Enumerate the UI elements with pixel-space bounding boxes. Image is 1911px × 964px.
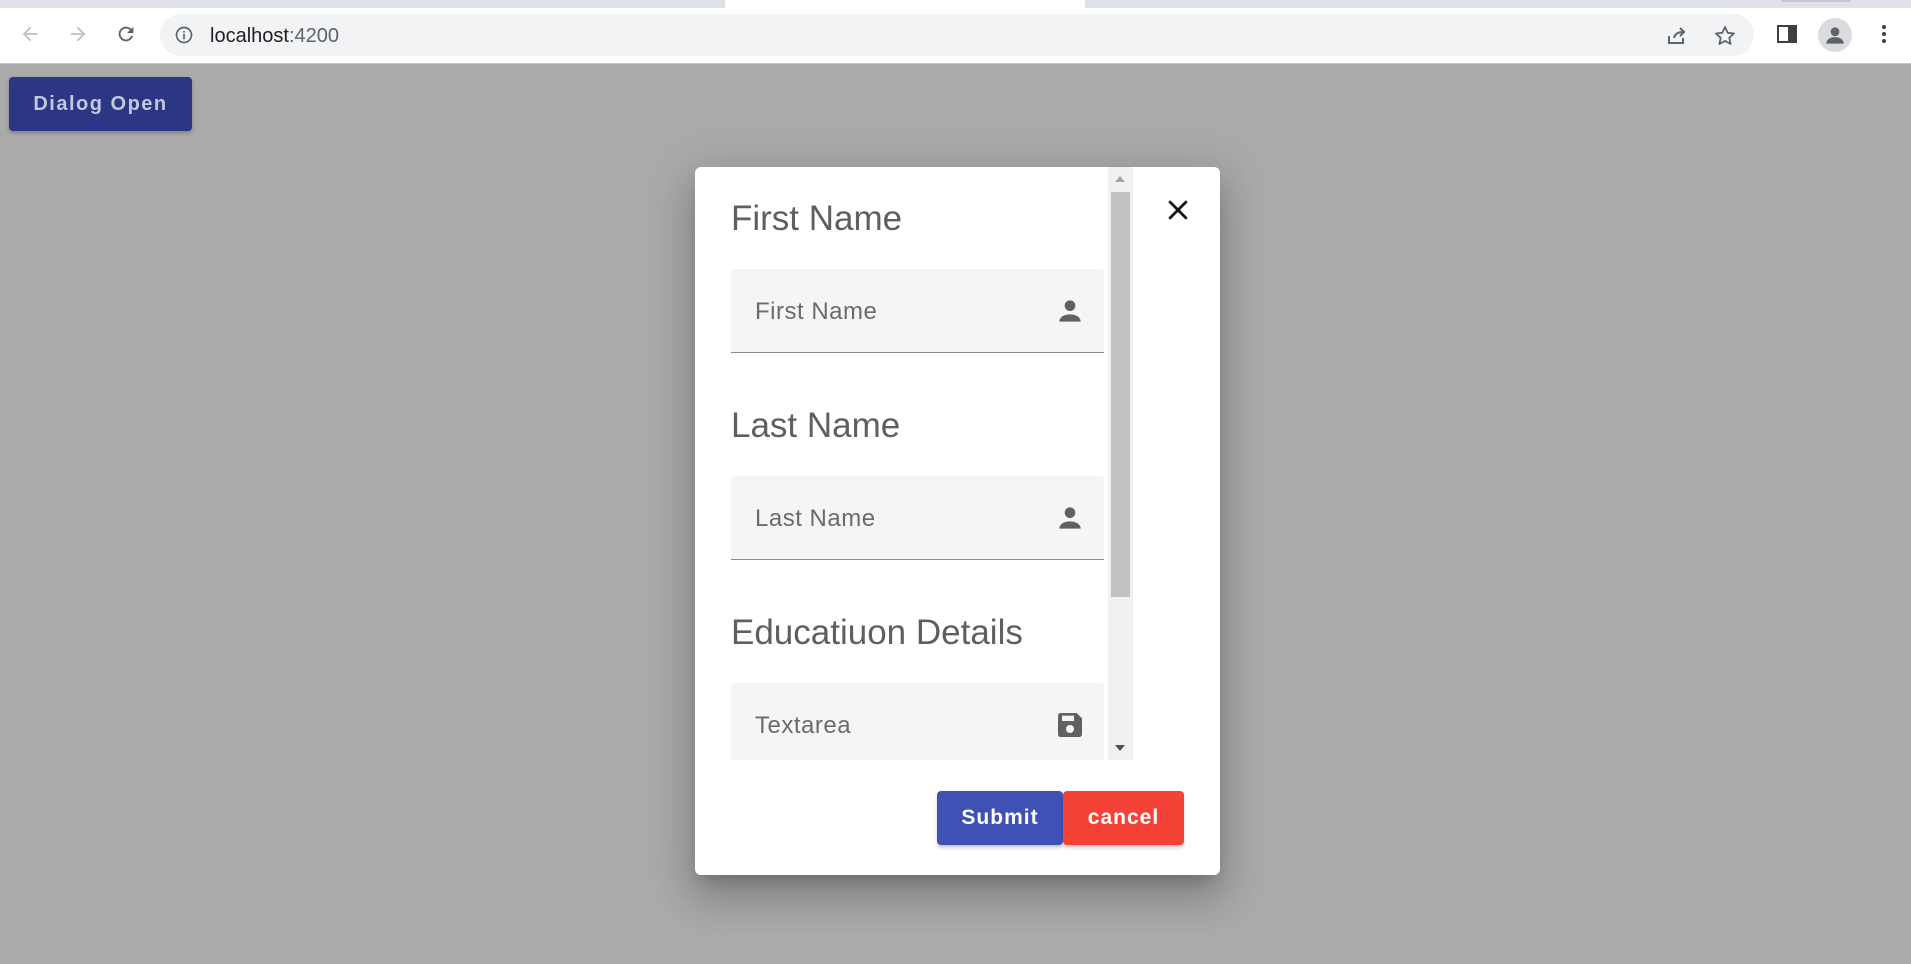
scroll-down-arrow[interactable] <box>1115 745 1125 751</box>
url-text[interactable]: localhost:4200 <box>210 25 339 48</box>
star-icon <box>1715 26 1735 45</box>
dialog-content[interactable]: First Name First Name Last Name Last Nam… <box>731 167 1140 760</box>
url-port: :4200 <box>288 25 339 47</box>
form-dialog: First Name First Name Last Name Last Nam… <box>695 167 1220 875</box>
more-vert-icon <box>1882 25 1886 43</box>
reload-button[interactable] <box>108 16 144 52</box>
scroll-thumb[interactable] <box>1111 192 1130 597</box>
active-tab[interactable] <box>725 0 1085 8</box>
reload-icon <box>118 26 134 42</box>
dialog-actions: Submit cancel <box>937 791 1184 845</box>
share-button[interactable] <box>1664 23 1690 49</box>
person-icon <box>1059 300 1081 322</box>
cancel-button[interactable]: cancel <box>1063 791 1184 845</box>
close-icon <box>1168 200 1188 220</box>
last-name-placeholder: Last Name <box>755 505 876 532</box>
dialog-scrollbar[interactable] <box>1108 167 1133 760</box>
forward-button[interactable] <box>60 16 96 52</box>
address-bar[interactable]: localhost:4200 <box>160 14 1754 56</box>
profile-avatar[interactable] <box>1818 18 1852 52</box>
scroll-up-arrow[interactable] <box>1115 176 1125 182</box>
arrow-right-icon <box>70 26 86 42</box>
first-name-placeholder: First Name <box>755 298 878 325</box>
first-name-heading: First Name <box>731 199 903 238</box>
account-icon <box>1826 27 1844 44</box>
tab-strip-edge <box>1781 0 1851 2</box>
side-panel-button[interactable] <box>1773 20 1801 48</box>
menu-button[interactable] <box>1870 20 1898 48</box>
arrow-left-icon <box>22 26 38 42</box>
person-icon <box>1059 507 1081 529</box>
back-button[interactable] <box>12 16 48 52</box>
tab-strip <box>0 0 1911 8</box>
last-name-field[interactable]: Last Name <box>731 476 1104 560</box>
submit-button[interactable]: Submit <box>937 791 1063 845</box>
save-icon <box>1058 713 1082 737</box>
dialog-open-button[interactable]: Dialog Open <box>9 77 192 131</box>
close-button[interactable] <box>1161 193 1195 227</box>
textarea-placeholder: Textarea <box>755 712 852 739</box>
side-panel-icon <box>1777 25 1797 43</box>
url-host: localhost <box>210 25 289 47</box>
education-details-heading: Educatiuon Details <box>731 613 1023 652</box>
bookmark-button[interactable] <box>1712 23 1738 49</box>
education-textarea[interactable]: Textarea <box>731 683 1104 760</box>
last-name-heading: Last Name <box>731 406 901 445</box>
first-name-field[interactable]: First Name <box>731 269 1104 353</box>
share-icon <box>1668 27 1686 44</box>
browser-toolbar: localhost:4200 <box>0 0 1911 64</box>
info-icon[interactable] <box>174 25 194 45</box>
